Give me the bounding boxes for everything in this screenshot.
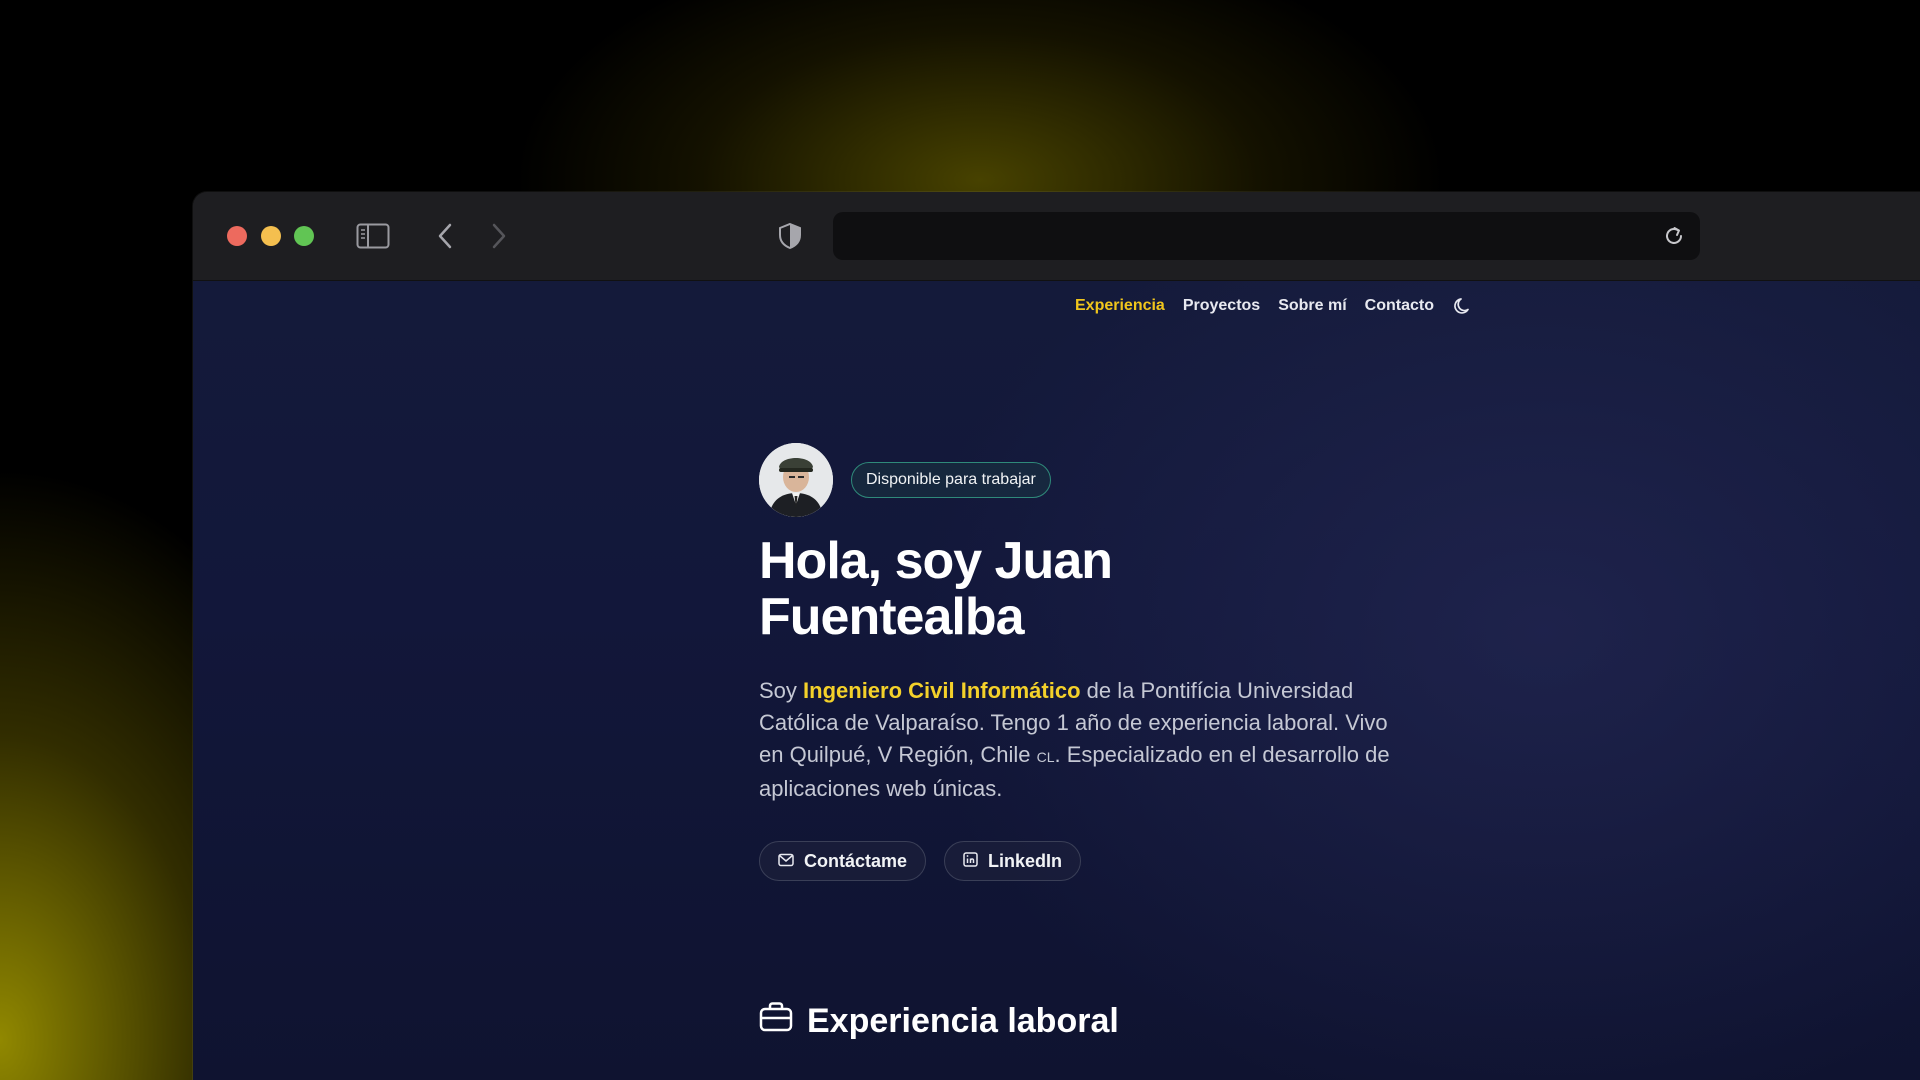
intro-paragraph: Soy Ingeniero Civil Informático de la Po…: [759, 675, 1399, 805]
linkedin-button-label: LinkedIn: [988, 850, 1063, 871]
forward-arrow-icon[interactable]: [479, 216, 519, 256]
browser-toolbar: [193, 192, 1920, 281]
intro-highlight: Ingeniero Civil Informático: [803, 678, 1081, 703]
browser-window: Experiencia Proyectos Sobre mí Contacto: [193, 192, 1920, 1080]
nav-link-proyectos[interactable]: Proyectos: [1183, 297, 1260, 315]
reload-icon[interactable]: [1654, 216, 1694, 256]
sidebar-toggle-icon[interactable]: [353, 216, 393, 256]
address-bar[interactable]: [833, 212, 1700, 260]
hero-section: Disponible para trabajar Hola, soy Juan …: [759, 443, 1479, 881]
moon-icon[interactable]: [1452, 295, 1474, 317]
zoom-window-button[interactable]: [294, 226, 314, 246]
nav-link-experiencia[interactable]: Experiencia: [1075, 297, 1165, 315]
linkedin-icon: [963, 851, 978, 872]
site-navigation: Experiencia Proyectos Sobre mí Contacto: [1075, 295, 1474, 317]
availability-badge: Disponible para trabajar: [851, 462, 1051, 498]
hero-header: Disponible para trabajar: [759, 443, 1479, 517]
experience-title-text: Experiencia laboral: [807, 1002, 1119, 1040]
title-line-1: Hola, soy Juan: [759, 532, 1113, 590]
avatar: [759, 443, 833, 517]
privacy-shield-icon[interactable]: [770, 216, 810, 256]
back-arrow-icon[interactable]: [425, 216, 465, 256]
page-title: Hola, soy Juan Fuentealba: [759, 533, 1479, 645]
country-flag-label: CL: [1036, 749, 1055, 765]
title-line-2: Fuentealba: [759, 588, 1024, 646]
mail-icon: [778, 851, 794, 872]
desktop-background: Experiencia Proyectos Sobre mí Contacto: [0, 0, 1920, 1080]
linkedin-button[interactable]: LinkedIn: [944, 841, 1082, 881]
nav-link-sobre-mi[interactable]: Sobre mí: [1278, 297, 1346, 315]
page-viewport: Experiencia Proyectos Sobre mí Contacto: [193, 281, 1920, 1080]
intro-prefix: Soy: [759, 678, 804, 703]
cta-buttons: Contáctame LinkedIn: [759, 841, 1479, 881]
minimize-window-button[interactable]: [261, 226, 281, 246]
contact-button[interactable]: Contáctame: [759, 841, 927, 881]
contact-button-label: Contáctame: [804, 850, 908, 871]
briefcase-icon: [759, 1001, 793, 1042]
experience-section-title: Experiencia laboral: [759, 1001, 1119, 1042]
nav-link-contacto[interactable]: Contacto: [1365, 297, 1434, 315]
close-window-button[interactable]: [227, 226, 247, 246]
